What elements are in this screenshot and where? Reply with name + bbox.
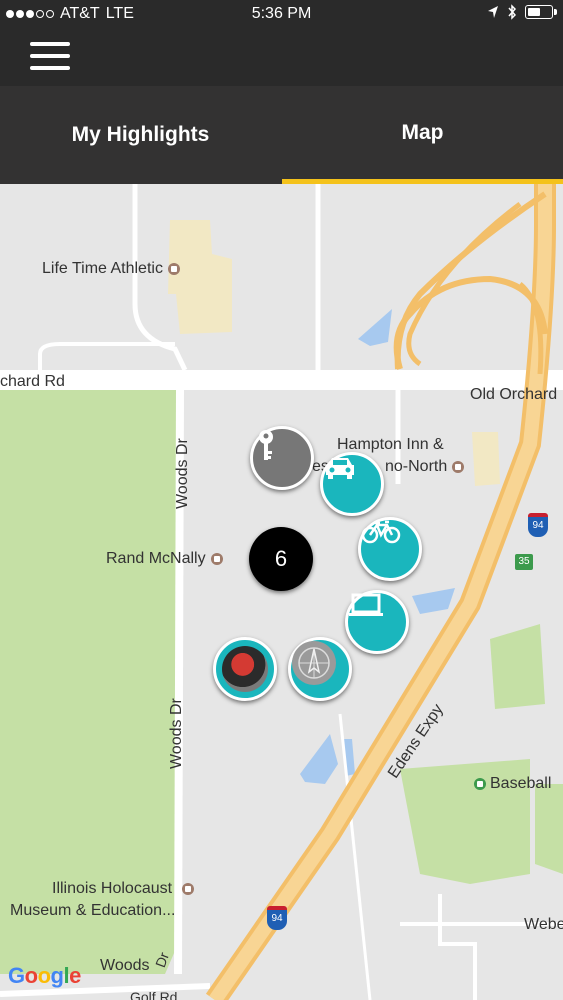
hampton-text: Hampton Inn & xyxy=(337,436,444,453)
interstate-94-shield-bottom: 94 xyxy=(267,906,287,930)
laptop-marker[interactable] xyxy=(345,590,409,654)
map-label-old-orchard: Old Orchard xyxy=(470,386,558,403)
hampton-line2b-text: no-North xyxy=(385,458,448,475)
interstate-94-shield-top: 94 xyxy=(528,513,548,537)
lifetime-text: Life Time Athletic xyxy=(42,260,163,277)
bicycle-icon xyxy=(361,520,401,544)
tab-my-highlights[interactable]: My Highlights xyxy=(0,86,281,184)
map-label-hampton-line2b: no-North xyxy=(385,458,465,476)
laptop-icon xyxy=(349,593,383,616)
battery-icon xyxy=(525,5,557,19)
map-label-holocaust-line1[interactable]: Illinois Holocaust xyxy=(52,880,195,898)
baseball-text: Baseball xyxy=(490,775,552,792)
museum-icon xyxy=(182,882,195,895)
key-marker[interactable] xyxy=(250,426,314,490)
map-label-baseball[interactable]: Baseball xyxy=(474,775,551,793)
map-label-woods-bottom: Woods xyxy=(100,957,150,974)
map-label-woods-dr-mid: Woods Dr xyxy=(168,698,185,769)
status-bar: AT&T LTE 5:36 PM xyxy=(0,0,563,28)
map-label-weber: Webe xyxy=(524,916,563,933)
status-right xyxy=(487,4,557,20)
map-label-woods-dr-top: Woods Dr xyxy=(174,438,191,509)
poi-icon xyxy=(210,552,223,565)
tab-map[interactable]: Map xyxy=(282,86,563,184)
park-icon xyxy=(474,777,486,790)
cluster-count: 6 xyxy=(274,546,288,571)
route-35-shield: 35 xyxy=(515,554,533,570)
photo-marker[interactable] xyxy=(213,637,277,701)
compass-marker[interactable] xyxy=(288,637,352,701)
bicycle-marker[interactable] xyxy=(358,517,422,581)
map-canvas xyxy=(0,184,563,1000)
tab-my-highlights-label: My Highlights xyxy=(71,123,210,146)
car-marker[interactable] xyxy=(320,452,384,516)
google-logo: Google xyxy=(8,963,81,988)
cluster-marker[interactable]: 6 xyxy=(249,527,313,591)
map-label-lifetime[interactable]: Life Time Athletic xyxy=(42,260,180,278)
tab-map-label: Map xyxy=(401,120,444,144)
rand-text: Rand McNally xyxy=(106,550,206,567)
poi-icon xyxy=(167,262,180,275)
map-label-holocaust-line2: Museum & Education... xyxy=(10,902,176,919)
bluetooth-icon xyxy=(508,4,517,20)
key-icon xyxy=(259,430,273,460)
photo-thumbnail xyxy=(222,646,268,692)
compass-icon xyxy=(292,641,336,685)
clock: 5:36 PM xyxy=(251,5,312,22)
location-arrow-icon xyxy=(488,6,498,18)
tab-bar: My Highlights Map xyxy=(0,86,563,184)
map-label-golf-rd: Golf Rd xyxy=(130,989,178,1000)
nav-bar xyxy=(0,28,563,86)
map-view[interactable]: Life Time Athletic chard Rd Old Orchard … xyxy=(0,184,563,1000)
holocaust-text: Illinois Holocaust xyxy=(52,880,173,897)
car-icon xyxy=(326,458,354,479)
hotel-icon xyxy=(452,460,465,473)
map-label-orchard-rd: chard Rd xyxy=(0,373,65,390)
map-label-rand-mcnally[interactable]: Rand McNally xyxy=(106,550,223,568)
menu-icon[interactable] xyxy=(30,42,70,70)
